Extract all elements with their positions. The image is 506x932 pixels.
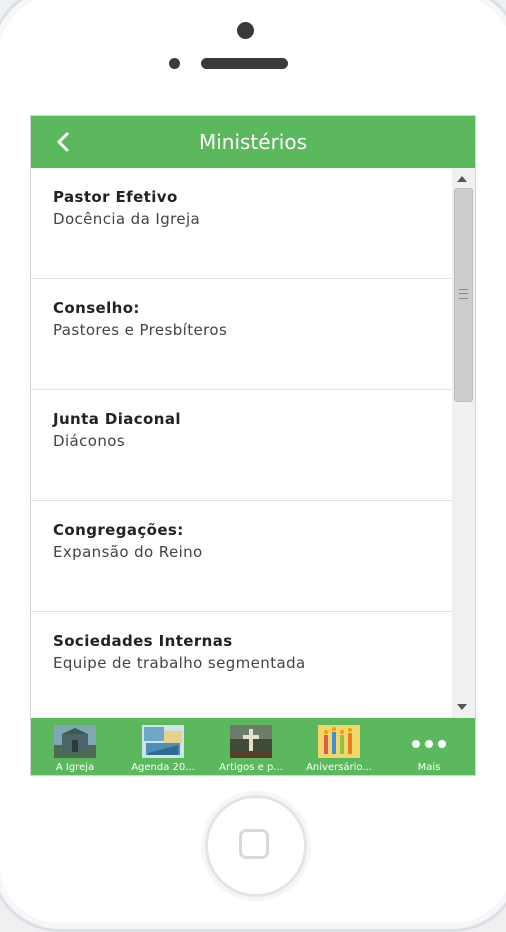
tab-label: Aniversário...	[306, 762, 372, 773]
tab-label: Agenda 20...	[131, 762, 195, 773]
item-title: Pastor Efetivo	[53, 188, 178, 206]
grip-icon	[459, 289, 468, 299]
page-title: Ministérios	[198, 130, 308, 154]
home-button[interactable]	[205, 795, 307, 897]
cross-photo-icon	[230, 725, 272, 758]
item-subtitle: Diáconos	[53, 432, 126, 450]
birthday-candles-icon	[318, 725, 360, 758]
list-item[interactable]: Pastor Efetivo Docência da Igreja	[31, 168, 452, 279]
item-subtitle: Docência da Igreja	[53, 210, 201, 228]
proximity-sensor	[169, 58, 180, 69]
earpiece-speaker	[201, 58, 288, 69]
list-item[interactable]: Junta Diaconal Diáconos	[31, 390, 452, 501]
app-screen: Ministérios Pastor Efetivo Docência da I…	[30, 115, 476, 776]
calendar-photo-icon	[142, 725, 184, 758]
item-subtitle: Expansão do Reino	[53, 543, 203, 561]
tab-artigos[interactable]: Artigos e p...	[207, 718, 295, 775]
item-title: Junta Diaconal	[53, 410, 181, 428]
item-title: Sociedades Internas	[53, 632, 233, 650]
tab-label: A Igreja	[55, 762, 95, 773]
scrollbar[interactable]	[452, 168, 475, 718]
tab-mais[interactable]: Mais	[383, 718, 475, 775]
list-item[interactable]: Congregações: Expansão do Reino	[31, 501, 452, 612]
scroll-up-arrow-icon[interactable]	[457, 176, 467, 182]
item-subtitle: Pastores e Presbíteros	[53, 321, 228, 339]
tab-aniversarios[interactable]: Aniversário...	[295, 718, 383, 775]
scroll-down-arrow-icon[interactable]	[457, 704, 467, 710]
bottom-tab-bar: A Igreja Agenda 20... Artigos e p... Ani…	[31, 718, 475, 775]
tab-agenda[interactable]: Agenda 20...	[119, 718, 207, 775]
more-dots-icon	[412, 740, 446, 748]
tab-label: Mais	[417, 762, 441, 773]
tab-a-igreja[interactable]: A Igreja	[31, 718, 119, 775]
church-photo-icon	[54, 725, 96, 758]
ministries-list: Pastor Efetivo Docência da Igreja Consel…	[31, 168, 452, 718]
item-subtitle: Equipe de trabalho segmentada	[53, 654, 306, 672]
app-bar: Ministérios	[31, 116, 475, 168]
item-title: Conselho:	[53, 299, 140, 317]
item-title: Congregações:	[53, 521, 184, 539]
tab-label: Artigos e p...	[219, 762, 283, 773]
list-item[interactable]: Sociedades Internas Equipe de trabalho s…	[31, 612, 452, 718]
back-button[interactable]	[49, 127, 77, 157]
home-square-icon	[239, 829, 269, 859]
chevron-left-icon	[57, 132, 69, 152]
scrollbar-thumb[interactable]	[454, 188, 473, 402]
front-camera	[237, 22, 254, 39]
list-item[interactable]: Conselho: Pastores e Presbíteros	[31, 279, 452, 390]
